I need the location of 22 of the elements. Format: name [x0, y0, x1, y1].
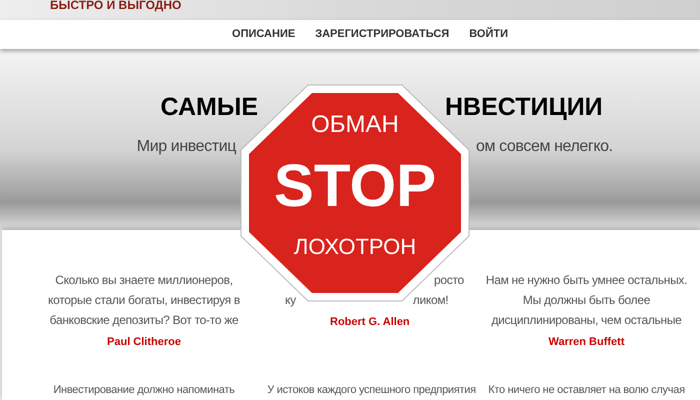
- sign-top-text: ОБМАН: [311, 110, 399, 140]
- sign-stop-text: STOP: [274, 151, 436, 221]
- quote-text-fragment: ликом!: [412, 292, 448, 309]
- quote-author: Robert G. Allen: [330, 315, 410, 330]
- nav-link[interactable]: ОПИСАНИЕ: [232, 26, 296, 43]
- hero-subtitle-fragment: ом совсем нелегко.: [476, 136, 613, 156]
- hero-title-fragment: САМЫЕ: [160, 92, 258, 123]
- quote-text-fragment: росто: [434, 272, 464, 289]
- quote-text: Кто ничего не оставляет на волю случая: [488, 383, 685, 398]
- site-tagline: БЫСТРО И ВЫГОДНО: [50, 0, 182, 10]
- sign-bottom-text: ЛОХОТРОН: [294, 233, 416, 261]
- nav-link[interactable]: ЗАРЕГИСТРИРОВАТЬСЯ: [315, 26, 450, 43]
- quote-author: Warren Buffett: [548, 335, 624, 350]
- quote-author: Paul Clitheroe: [107, 335, 181, 350]
- hero-subtitle-fragment: Мир инвестиц: [136, 136, 236, 156]
- nav-link[interactable]: ВОЙТИ: [469, 26, 508, 43]
- quote-text-fragment: ку: [285, 292, 296, 309]
- hero-title-fragment: НВЕСТИЦИИ: [445, 92, 603, 123]
- quote-text: Сколько вы знаете миллионеров, которые стали богаты, инвестируя в банковские депозиты? Вот то-то же: [47, 272, 241, 329]
- quote-text: У истоков каждого успешного предприятия: [267, 383, 476, 398]
- quote-text: Нам не нужно быть умнее остальных. Мы должны быть более дисциплинированы, чем остальные: [484, 272, 688, 329]
- quote-text: Инвестирование должно напоминать: [53, 383, 235, 398]
